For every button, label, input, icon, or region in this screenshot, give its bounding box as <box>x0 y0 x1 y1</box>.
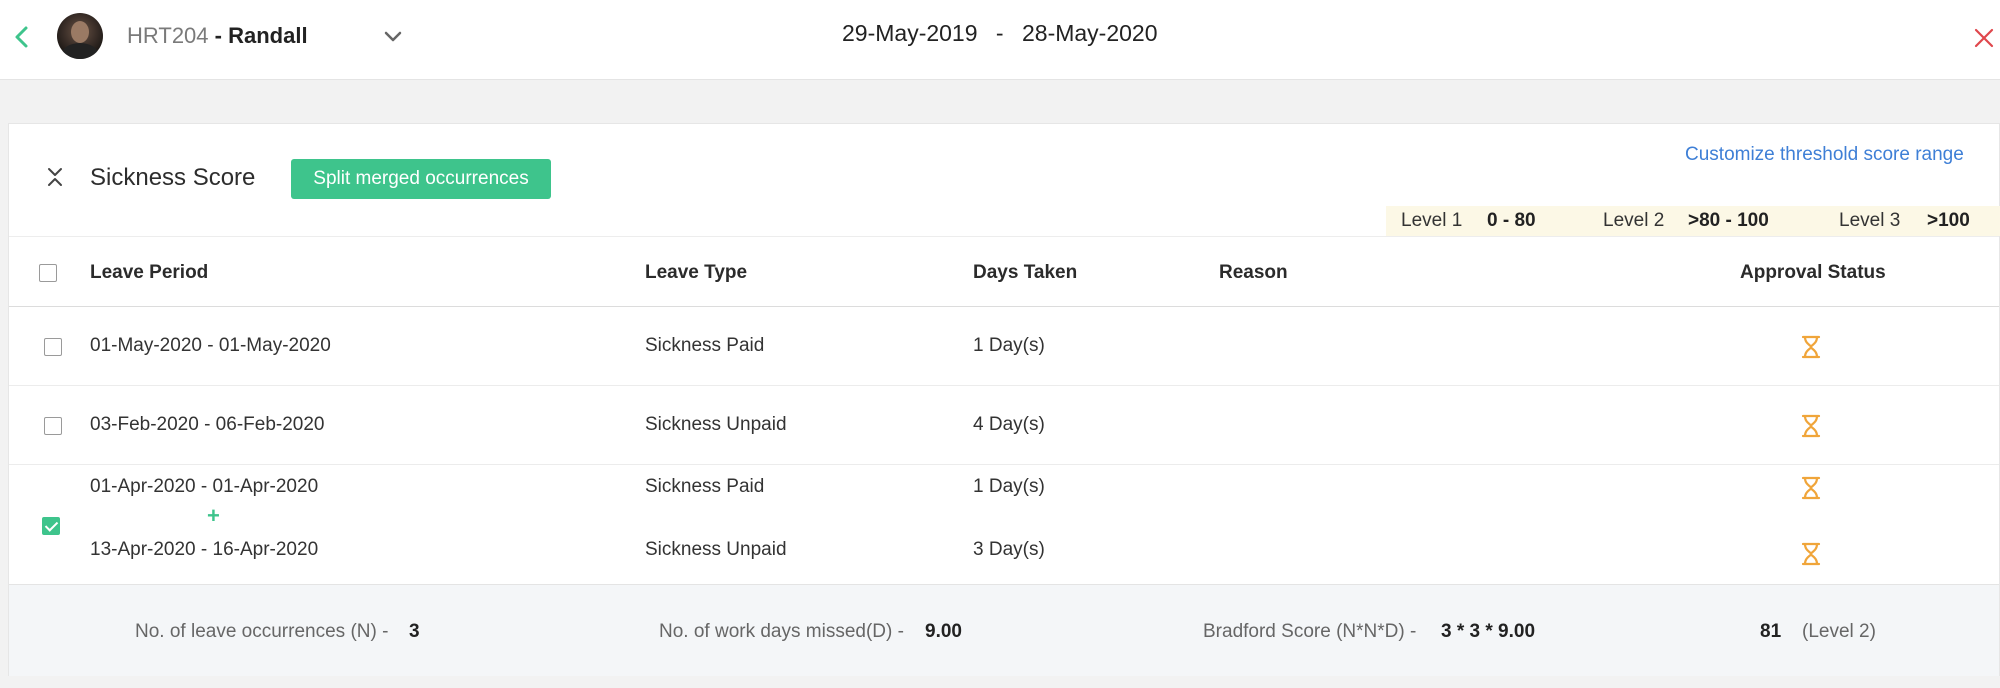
level-3-label: Level 3 <box>1839 210 1901 231</box>
bradford-label: Bradford Score (N*N*D) - <box>1203 621 1417 642</box>
leave-type: Sickness Paid <box>645 476 765 497</box>
employee-code: HRT204 <box>127 23 209 48</box>
employee-separator: - <box>208 23 229 48</box>
bradford-formula: 3 * 3 * 9.00 <box>1441 621 1536 642</box>
days-missed-value: 9.00 <box>925 621 962 642</box>
days-missed-label: No. of work days missed(D) - <box>659 621 904 642</box>
chevron-down-icon[interactable] <box>383 30 403 44</box>
days-taken: 1 Day(s) <box>973 476 1045 497</box>
col-leave-period: Leave Period <box>90 262 209 283</box>
back-chevron-icon[interactable] <box>12 22 32 52</box>
merged-occurrence-row[interactable]: 01-Apr-2020 - 01-Apr-2020 Sickness Paid … <box>9 465 1999 584</box>
col-days-taken: Days Taken <box>973 262 1078 283</box>
days-taken: 1 Day(s) <box>973 335 1045 356</box>
table-row[interactable]: 01-May-2020 - 01-May-2020 Sickness Paid … <box>9 307 1999 386</box>
leave-period: 01-Apr-2020 - 01-Apr-2020 <box>90 476 319 497</box>
section-title: Sickness Score <box>90 164 256 191</box>
bradford-summary: No. of leave occurrences (N) - 3 No. of … <box>9 584 1999 676</box>
leave-type: Sickness Paid <box>645 335 765 356</box>
col-reason: Reason <box>1219 262 1288 283</box>
days-taken: 4 Day(s) <box>973 414 1045 435</box>
hourglass-icon <box>1801 414 1821 438</box>
table-header: Leave Period Leave Type Days Taken Reaso… <box>9 236 1999 307</box>
employee-name: Randall <box>228 23 308 48</box>
sickness-score-card: Sickness Score Split merged occurrences … <box>8 123 2000 676</box>
employee-selector[interactable]: HRT204 - Randall <box>127 22 308 50</box>
merged-row-checkbox[interactable] <box>42 517 60 535</box>
bradford-level: (Level 2) <box>1802 621 1876 642</box>
date-range: 29-May-2019 - 28-May-2020 <box>842 20 1158 47</box>
row-checkbox[interactable] <box>44 338 62 356</box>
days-taken: 3 Day(s) <box>973 539 1045 560</box>
bradford-score: 81 <box>1760 621 1782 642</box>
hourglass-icon <box>1801 335 1821 359</box>
level-1-label: Level 1 <box>1401 210 1463 231</box>
hourglass-icon <box>1801 476 1821 500</box>
select-all-checkbox[interactable] <box>39 264 57 282</box>
hourglass-icon <box>1801 542 1821 566</box>
table-row[interactable]: 03-Feb-2020 - 06-Feb-2020 Sickness Unpai… <box>9 386 1999 465</box>
date-from: 29-May-2019 <box>842 20 978 46</box>
occurrences-label: No. of leave occurrences (N) - <box>135 621 389 642</box>
leave-type: Sickness Unpaid <box>645 539 787 560</box>
leave-period: 03-Feb-2020 - 06-Feb-2020 <box>90 414 325 435</box>
level-2-label: Level 2 <box>1603 210 1665 231</box>
split-merged-button[interactable]: Split merged occurrences <box>291 159 551 199</box>
leave-period: 01-May-2020 - 01-May-2020 <box>90 335 331 356</box>
level-3-range: >100 <box>1927 210 1970 231</box>
top-bar: HRT204 - Randall 29-May-2019 - 28-May-20… <box>0 0 2000 80</box>
customize-threshold-link[interactable]: Customize threshold score range <box>1685 144 1964 166</box>
date-to: 28-May-2020 <box>1021 20 1158 46</box>
avatar <box>57 13 103 59</box>
col-approval-status: Approval Status <box>1740 262 1886 283</box>
level-1-range: 0 - 80 <box>1487 210 1536 231</box>
merge-plus-icon: + <box>207 503 220 528</box>
collapse-icon[interactable] <box>46 166 64 188</box>
leave-type: Sickness Unpaid <box>645 414 787 435</box>
row-checkbox[interactable] <box>44 417 62 435</box>
level-2-range: >80 - 100 <box>1688 210 1769 231</box>
occurrences-value: 3 <box>409 621 420 642</box>
level-legend: Level 1 0 - 80 Level 2 >80 - 100 Level 3… <box>1386 206 2000 236</box>
leave-period: 13-Apr-2020 - 16-Apr-2020 <box>90 539 319 560</box>
close-icon[interactable] <box>1972 26 1996 50</box>
col-leave-type: Leave Type <box>645 262 748 283</box>
date-separator: - <box>995 20 1004 46</box>
